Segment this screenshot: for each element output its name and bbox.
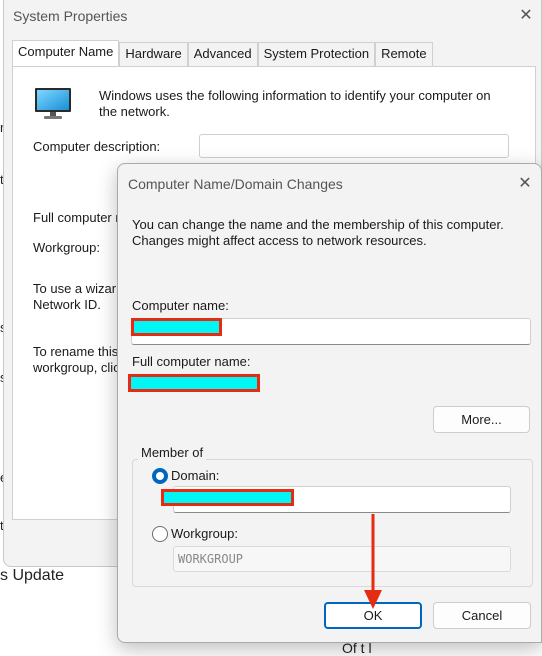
annotation-arrow bbox=[364, 514, 382, 609]
window-title: System Properties bbox=[13, 8, 128, 24]
close-icon[interactable]: ✕ bbox=[513, 4, 539, 28]
workgroup-radio[interactable] bbox=[152, 526, 168, 542]
network-id-text: To use a wizar Network ID. bbox=[33, 281, 117, 312]
computer-name-label: Computer name: bbox=[132, 298, 229, 313]
close-icon[interactable]: ✕ bbox=[512, 172, 538, 196]
tab-hardware[interactable]: Hardware bbox=[119, 42, 188, 66]
full-computer-name-label: Full computer n bbox=[33, 210, 123, 225]
tab-bar: Computer Name Hardware Advanced System P… bbox=[12, 40, 433, 67]
cancel-button[interactable]: Cancel bbox=[433, 602, 531, 629]
member-of-label: Member of bbox=[138, 445, 207, 460]
computer-description-label: Computer description: bbox=[33, 139, 161, 154]
redacted-full-computer-name bbox=[128, 374, 260, 392]
domain-label: Domain: bbox=[171, 468, 220, 483]
tab-system-protection[interactable]: System Protection bbox=[257, 42, 376, 66]
computer-monitor-icon bbox=[34, 87, 72, 124]
dialog-intro-text: You can change the name and the membersh… bbox=[132, 217, 504, 248]
rename-text: To rename this workgroup, clic bbox=[33, 344, 120, 375]
redacted-domain bbox=[161, 489, 294, 506]
full-computer-name-label: Full computer name: bbox=[132, 354, 251, 369]
tab-advanced[interactable]: Advanced bbox=[187, 42, 258, 66]
redacted-computer-name bbox=[131, 318, 222, 336]
workgroup-input[interactable]: WORKGROUP bbox=[173, 546, 511, 572]
tab-remote[interactable]: Remote bbox=[375, 42, 433, 66]
more-button[interactable]: More... bbox=[433, 406, 530, 433]
intro-text: Windows uses the following information t… bbox=[99, 88, 491, 119]
workgroup-label: Workgroup: bbox=[171, 526, 238, 541]
computer-description-input[interactable] bbox=[199, 134, 509, 158]
domain-changes-dialog: Computer Name/Domain Changes ✕ You can c… bbox=[117, 163, 542, 643]
windows-update-label[interactable]: s Update bbox=[0, 567, 64, 585]
workgroup-label: Workgroup: bbox=[33, 240, 100, 255]
domain-radio[interactable] bbox=[152, 468, 168, 484]
tab-computer-name[interactable]: Computer Name bbox=[12, 40, 120, 66]
dialog-title: Computer Name/Domain Changes bbox=[128, 176, 343, 192]
